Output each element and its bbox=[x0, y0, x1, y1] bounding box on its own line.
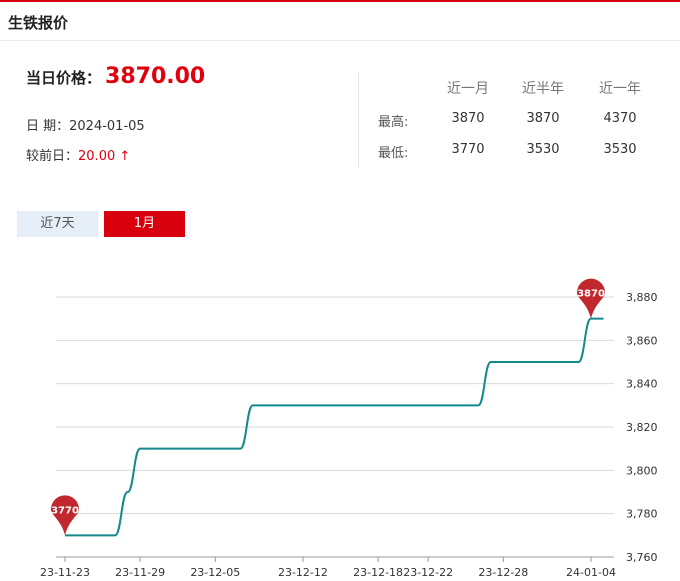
stats-cell: 3870 bbox=[451, 111, 485, 126]
tab-1-month[interactable]: 1月 bbox=[104, 211, 185, 237]
x-tick-label: 23-11-23 bbox=[40, 566, 90, 579]
stats-cell: 4370 bbox=[603, 111, 637, 126]
y-tick-label: 3,780 bbox=[626, 508, 658, 521]
price-label: 当日价格： bbox=[26, 69, 102, 87]
stats-row-label: 最低: bbox=[378, 146, 409, 161]
change-value: 20.00 ↑ bbox=[78, 149, 131, 164]
y-tick-label: 3,840 bbox=[626, 378, 658, 391]
stats-cell: 3530 bbox=[526, 142, 560, 157]
x-tick-label: 23-12-05 bbox=[190, 566, 240, 579]
change-label: 较前日： bbox=[26, 149, 79, 164]
stats-cell: 3530 bbox=[603, 142, 637, 157]
stats-row-high: 最高: 3870 3870 4370 bbox=[378, 111, 668, 131]
date-label: 日 期： bbox=[26, 119, 70, 134]
stats-cell: 3770 bbox=[451, 142, 485, 157]
stats-header-row: 近一月 近半年 近一年 bbox=[378, 78, 668, 98]
x-tick-label: 23-12-22 bbox=[403, 566, 453, 579]
stats-row-label: 最高: bbox=[378, 115, 409, 130]
panel-title: 生铁报价 bbox=[8, 14, 69, 32]
x-tick-label: 24-01-04 bbox=[566, 566, 616, 579]
vertical-divider bbox=[358, 72, 359, 168]
price-pin-label: 3770 bbox=[51, 505, 79, 516]
tab-7-days[interactable]: 近7天 bbox=[17, 211, 98, 237]
stats-cell: 3870 bbox=[526, 111, 560, 126]
top-accent-line bbox=[0, 0, 680, 2]
price-value: 3870.00 bbox=[105, 64, 206, 89]
stats-col-1y: 近一年 bbox=[599, 81, 641, 97]
x-tick-label: 23-12-12 bbox=[278, 566, 328, 579]
stats-col-1m: 近一月 bbox=[447, 81, 489, 97]
y-tick-label: 3,860 bbox=[626, 334, 658, 347]
stats-col-6m: 近半年 bbox=[522, 81, 564, 97]
x-tick-label: 23-12-28 bbox=[478, 566, 528, 579]
price-pin-label: 3870 bbox=[577, 289, 605, 300]
y-tick-label: 3,800 bbox=[626, 464, 658, 477]
price-line-chart: 3,760 3,780 3,800 3,820 3,840 3,860 3,880 23-11… bbox=[40, 278, 658, 579]
y-tick-label: 3,880 bbox=[626, 291, 658, 304]
title-divider bbox=[0, 40, 680, 41]
current-price-block: 当日价格： 3870.00 bbox=[26, 64, 205, 89]
y-tick-label: 3,760 bbox=[626, 551, 658, 564]
stats-row-low: 最低: 3770 3530 3530 bbox=[378, 142, 668, 162]
change-row: 较前日：20.00 ↑ bbox=[26, 145, 130, 164]
y-tick-label: 3,820 bbox=[626, 421, 658, 434]
range-tabs: 近7天 1月 bbox=[17, 211, 191, 237]
date-value: 2024-01-05 bbox=[69, 119, 145, 134]
x-tick-label: 23-11-29 bbox=[115, 566, 165, 579]
x-tick-label: 23-12-18 bbox=[353, 566, 403, 579]
date-row: 日 期：2024-01-05 bbox=[26, 115, 145, 134]
